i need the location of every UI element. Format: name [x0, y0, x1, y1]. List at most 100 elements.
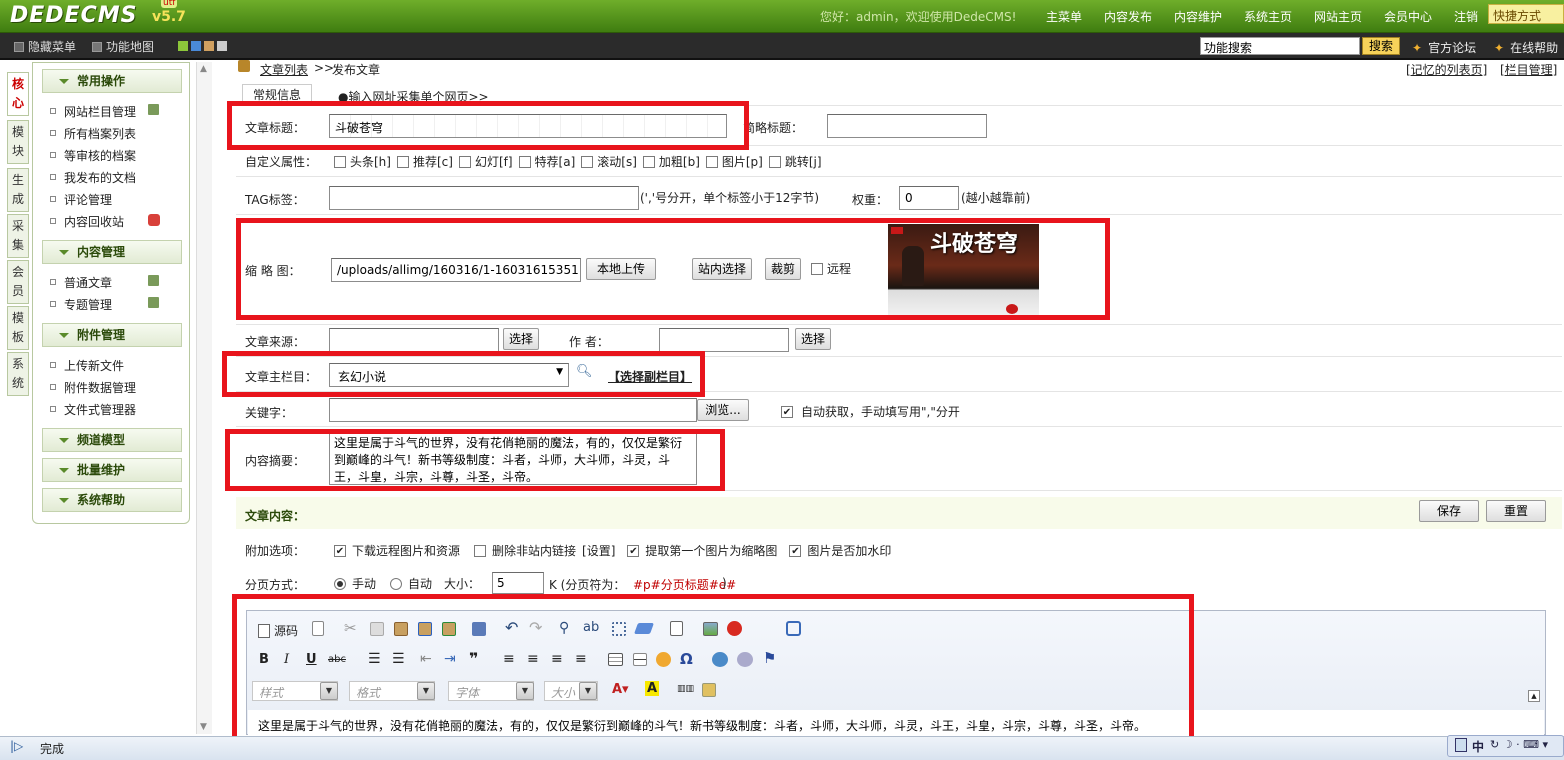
thumb-path-input[interactable]: /uploads/allimg/160316/1-1603161535110-L	[331, 258, 581, 282]
category-select[interactable]: 玄幻小说 ▼	[329, 363, 569, 387]
outdent-icon[interactable]: ⇤	[420, 651, 432, 667]
browse-keyword-button[interactable]: 浏览...	[697, 399, 749, 421]
nav-maintain[interactable]: 内容维护	[1174, 8, 1222, 25]
attr-slide-checkbox[interactable]	[458, 155, 471, 168]
bg-color-icon[interactable]: A	[645, 681, 660, 696]
remembered-list-link[interactable]: [记忆的列表页]	[1406, 61, 1487, 78]
strikethrough-icon[interactable]: abc	[328, 654, 346, 665]
find-icon[interactable]: ⚲	[559, 620, 569, 636]
menu-section-attachments[interactable]: 附件管理	[42, 323, 182, 347]
paging-manual-radio[interactable]	[334, 577, 346, 590]
maximize-icon[interactable]	[786, 621, 801, 636]
auto-keyword-checkbox[interactable]	[781, 405, 793, 418]
copy-icon[interactable]	[370, 622, 384, 636]
select-all-icon[interactable]	[612, 622, 626, 636]
nav-main-menu[interactable]: 主菜单	[1046, 8, 1082, 25]
pagebreak-icon[interactable]: ▥▥	[677, 684, 694, 694]
tag-input[interactable]	[329, 186, 639, 210]
paste-word-icon[interactable]	[442, 622, 456, 636]
save-button[interactable]: 保存	[1419, 500, 1479, 522]
attr-special-checkbox[interactable]	[518, 155, 531, 168]
attr-headline-checkbox[interactable]	[334, 155, 346, 168]
ordered-list-icon[interactable]: ☰	[368, 651, 381, 667]
horizontal-rule-icon[interactable]	[633, 653, 647, 666]
link-icon[interactable]	[712, 652, 728, 667]
remote-checkbox[interactable]	[811, 262, 823, 275]
online-help-link[interactable]: ✦ 在线帮助	[1494, 39, 1558, 56]
left-tab-core[interactable]: 核心	[7, 72, 29, 116]
paste-text-icon[interactable]	[418, 622, 432, 636]
select-sub-category-link[interactable]: 【选择副栏目】	[608, 368, 692, 385]
source-input[interactable]	[329, 328, 499, 352]
print-icon[interactable]	[472, 622, 486, 636]
underline-icon[interactable]: U	[306, 652, 317, 667]
forum-link[interactable]: ✦ 官方论坛	[1412, 39, 1476, 56]
remove-links-settings-link[interactable]: [设置]	[582, 542, 615, 559]
menu-item-all-archives[interactable]: 所有档案列表	[50, 125, 136, 142]
undo-icon[interactable]: ↶	[505, 618, 518, 637]
skin-gray-icon[interactable]	[217, 41, 227, 51]
author-input[interactable]	[659, 328, 789, 352]
flash-icon[interactable]	[727, 621, 742, 636]
table-icon[interactable]	[608, 653, 623, 666]
add-icon[interactable]	[148, 297, 159, 308]
menu-item-pending-archives[interactable]: 等审核的档案	[50, 147, 136, 164]
menu-section-channel-model[interactable]: 频道模型	[42, 428, 182, 452]
editor-scroll-up-icon[interactable]: ▲	[1528, 690, 1540, 702]
menu-item-file-manager[interactable]: 文件式管理器	[50, 401, 136, 418]
nav-system-home[interactable]: 系统主页	[1244, 8, 1292, 25]
attr-image-checkbox[interactable]	[705, 155, 718, 168]
ime-options-icon[interactable]: ↻ ☽ · ⌨ ▾	[1490, 738, 1548, 751]
reset-button[interactable]: 重置	[1486, 500, 1546, 522]
scroll-down-icon[interactable]: ▼	[200, 722, 207, 732]
attr-recommend-checkbox[interactable]	[396, 155, 409, 168]
keyword-input[interactable]	[329, 398, 697, 422]
left-tab-member[interactable]: 会员	[7, 260, 29, 304]
style-dropdown-icon[interactable]: ▼	[320, 682, 338, 700]
cut-icon[interactable]: ✂	[344, 619, 357, 637]
italic-icon[interactable]: I	[284, 652, 289, 667]
menu-item-comments[interactable]: 评论管理	[50, 191, 112, 208]
menu-item-attachment-data[interactable]: 附件数据管理	[50, 379, 136, 396]
paste-icon[interactable]	[394, 622, 408, 636]
clear-recycle-icon[interactable]	[148, 214, 160, 226]
image-icon[interactable]	[703, 622, 718, 636]
first-image-thumb-checkbox[interactable]	[627, 544, 640, 557]
ime-mode[interactable]: 中	[1472, 738, 1484, 755]
menu-section-batch[interactable]: 批量维护	[42, 458, 182, 482]
menu-item-my-documents[interactable]: 我发布的文档	[50, 169, 136, 186]
skin-blue-icon[interactable]	[191, 41, 201, 51]
insert-code-icon[interactable]	[702, 683, 716, 697]
source-select-button[interactable]: 选择	[503, 328, 539, 350]
preview-icon[interactable]	[670, 621, 683, 636]
attr-jump-checkbox[interactable]	[768, 155, 781, 168]
function-search-button[interactable]: 搜索	[1362, 37, 1400, 55]
size-dropdown-icon[interactable]: ▼	[579, 682, 597, 700]
function-map-button[interactable]: 功能地图	[92, 38, 154, 55]
short-title-input[interactable]	[827, 114, 987, 138]
new-page-icon[interactable]	[312, 621, 324, 636]
indent-icon[interactable]: ⇥	[444, 651, 456, 667]
attr-bold-checkbox[interactable]	[642, 155, 655, 168]
unlink-icon[interactable]	[737, 652, 753, 667]
crop-button[interactable]: 裁剪	[765, 258, 801, 280]
search-icon[interactable]: 🔍︎	[576, 364, 593, 379]
menu-item-topics[interactable]: 专题管理	[50, 296, 112, 313]
left-tab-system[interactable]: 系统	[7, 352, 29, 396]
replace-icon[interactable]: ab	[583, 620, 599, 635]
hide-menu-button[interactable]: 隐藏菜单	[14, 38, 76, 55]
quick-menu-button[interactable]: 快捷方式	[1488, 4, 1564, 24]
add-icon[interactable]	[148, 104, 159, 115]
menu-section-common[interactable]: 常用操作	[42, 69, 182, 93]
attr-scroll-checkbox[interactable]	[581, 155, 594, 168]
title-input[interactable]: 斗破苍穹	[329, 114, 727, 138]
left-tab-generate[interactable]: 生成	[7, 168, 29, 212]
add-icon[interactable]	[148, 275, 159, 286]
menu-item-column-manage[interactable]: 网站栏目管理	[50, 103, 136, 120]
bold-icon[interactable]: B	[259, 652, 269, 667]
nav-member-center[interactable]: 会员中心	[1384, 8, 1432, 25]
menu-section-content[interactable]: 内容管理	[42, 240, 182, 264]
smiley-icon[interactable]	[656, 652, 671, 667]
menu-item-recycle-bin[interactable]: 内容回收站	[50, 213, 124, 230]
left-tab-template[interactable]: 模板	[7, 306, 29, 350]
